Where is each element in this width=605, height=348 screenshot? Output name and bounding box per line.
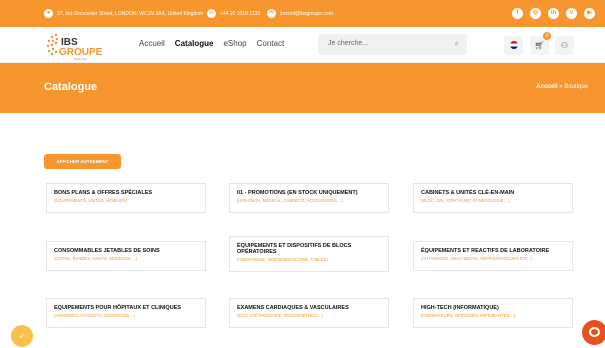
- cookie-icon: ✓: [18, 331, 26, 341]
- category-subtitle: (COTON, BANDES, GANTS, SERINGUE,...): [54, 256, 137, 261]
- phone-info[interactable]: ☏ +44 20 3318 1133: [207, 9, 260, 18]
- category-card[interactable]: ÉQUIPEMENTS ET REACTIFS DE LABORATOIRE (…: [413, 241, 573, 271]
- category-subtitle: (ÉQUIPEMENTS, UNITÉS, MOBILIER): [54, 198, 128, 203]
- category-card[interactable]: CONSOMMABLES JETABLES DE SOINS (COTON, B…: [46, 241, 206, 271]
- category-card[interactable]: HIGH-TECH (INFORMATIQUE) (ORDINATEURS, S…: [413, 298, 573, 328]
- email-icon: ✉: [267, 9, 276, 18]
- site-header: IBS GROUPE bleibt Zeit Accueil Catalogue…: [0, 27, 605, 63]
- category-title: CABINETS & UNITÉS CLÉ-EN-MAIN: [421, 190, 515, 196]
- chat-icon: [589, 327, 600, 337]
- category-subtitle: (ANESTHÉSIE, VIDÉOENDOSCOPIE, TABLES): [237, 257, 328, 262]
- category-title: EQUIPEMENTS POUR HÔPITAUX ET CLINIQUES: [54, 305, 182, 311]
- category-title: 01 - PROMOTIONS (EN STOCK UNIQUEMENT): [237, 190, 358, 196]
- uk-flag-icon: [509, 41, 518, 49]
- category-card[interactable]: ÉQUIPEMENTS ET DISPOSITIFS DE BLOCS OPÉR…: [229, 236, 389, 272]
- nav-eshop[interactable]: eShop: [223, 39, 246, 48]
- category-title: EXAMENS CARDIAQUES & VASCULAIRES: [237, 305, 349, 311]
- instagram-icon[interactable]: ◎: [530, 8, 541, 19]
- category-subtitle: (ECG, STÉTHOSCOPE, TENSIOMÈTRES,...): [237, 313, 323, 318]
- nav-catalogue[interactable]: Catalogue: [175, 39, 214, 48]
- nav-accueil[interactable]: Accueil: [139, 39, 165, 48]
- afficher-autrement-button[interactable]: AFFICHER AUTREMENT: [44, 154, 121, 169]
- search-placeholder: Je cherche...: [328, 40, 369, 47]
- address-info: ● 27, old Gloucester Street, LONDON, WC1…: [44, 9, 203, 18]
- category-card[interactable]: CABINETS & UNITÉS CLÉ-EN-MAIN (BLOC, ORL…: [413, 183, 573, 213]
- category-subtitle: (BLOC, ORL, OPHTALMO, GYNÉCOLOGIE,...): [421, 198, 510, 203]
- vimeo-icon[interactable]: v: [566, 8, 577, 19]
- cookie-consent-button[interactable]: ✓: [11, 325, 33, 347]
- email-text[interactable]: ibrconf@ibsgroupe.com: [280, 11, 333, 17]
- category-title: BONS PLANS & OFFRES SPÉCIALES: [54, 190, 153, 196]
- language-button[interactable]: [504, 36, 523, 55]
- page-title: Catalogue: [44, 81, 98, 93]
- youtube-icon[interactable]: ▶: [584, 8, 595, 19]
- chat-widget-button[interactable]: [582, 320, 605, 345]
- linkedin-icon[interactable]: in: [548, 8, 559, 19]
- top-info-bar: ● 27, old Gloucester Street, LONDON, WC1…: [0, 0, 605, 27]
- cart-icon: 🛒︎: [534, 41, 545, 50]
- ibs-groupe-logo[interactable]: IBS GROUPE bleibt Zeit: [44, 31, 104, 61]
- address-text: 27, old Gloucester Street, LONDON, WC1N …: [57, 10, 204, 17]
- facebook-icon[interactable]: f: [512, 8, 523, 19]
- category-card[interactable]: EXAMENS CARDIAQUES & VASCULAIRES (ECG, S…: [229, 298, 389, 328]
- logo-tagline: bleibt Zeit: [74, 57, 87, 61]
- category-title: CONSOMMABLES JETABLES DE SOINS: [54, 248, 160, 254]
- category-card[interactable]: BONS PLANS & OFFRES SPÉCIALES (ÉQUIPEMEN…: [46, 183, 206, 213]
- cart-button[interactable]: 🛒︎ 0: [530, 32, 551, 55]
- category-subtitle: (ORDINATEURS, SERVEURS, IMPRIMANTES,...): [421, 313, 516, 318]
- search-input[interactable]: Je cherche... ⌕: [318, 34, 467, 55]
- email-info[interactable]: ✉ ibrconf@ibsgroupe.com: [267, 9, 333, 18]
- category-title: HIGH-TECH (INFORMATIQUE): [421, 305, 499, 311]
- category-title: ÉQUIPEMENTS ET DISPOSITIFS DE BLOCS OPÉR…: [237, 243, 352, 255]
- page-banner: Catalogue Accueil » Boutique: [0, 63, 605, 113]
- main-nav: Accueil Catalogue eShop Contact: [139, 39, 284, 48]
- category-card[interactable]: EQUIPEMENTS POUR HÔPITAUX ET CLINIQUES (…: [46, 298, 206, 328]
- category-title: ÉQUIPEMENTS ET REACTIFS DE LABORATOIRE: [421, 248, 550, 254]
- search-icon[interactable]: ⌕: [455, 39, 459, 49]
- nav-contact[interactable]: Contact: [257, 39, 285, 48]
- category-subtitle: (HIGHTECH, MÉDICAL, CABINETS, ACCESSOIRE…: [237, 198, 343, 203]
- breadcrumb-home[interactable]: Accueil: [536, 84, 557, 90]
- location-icon: ●: [44, 9, 53, 18]
- account-button[interactable]: ⚇: [555, 36, 574, 55]
- social-links: f ◎ in v ▶: [512, 8, 595, 19]
- category-subtitle: (ARMOIRES, CHARIOTS, GUÉRIDONS,...): [54, 313, 136, 318]
- user-icon: ⚇: [560, 41, 569, 50]
- phone-text[interactable]: +44 20 3318 1133: [220, 11, 260, 17]
- category-card[interactable]: 01 - PROMOTIONS (EN STOCK UNIQUEMENT) (H…: [229, 183, 389, 213]
- phone-icon: ☏: [207, 9, 216, 18]
- breadcrumb-current: Boutique: [564, 84, 588, 90]
- breadcrumb: Accueil » Boutique: [536, 84, 588, 90]
- category-subtitle: (AUTOMATES, ANALYSEURS, RÉFRIGÉRATEURS E…: [421, 256, 532, 261]
- cart-count-badge: 0: [543, 32, 551, 40]
